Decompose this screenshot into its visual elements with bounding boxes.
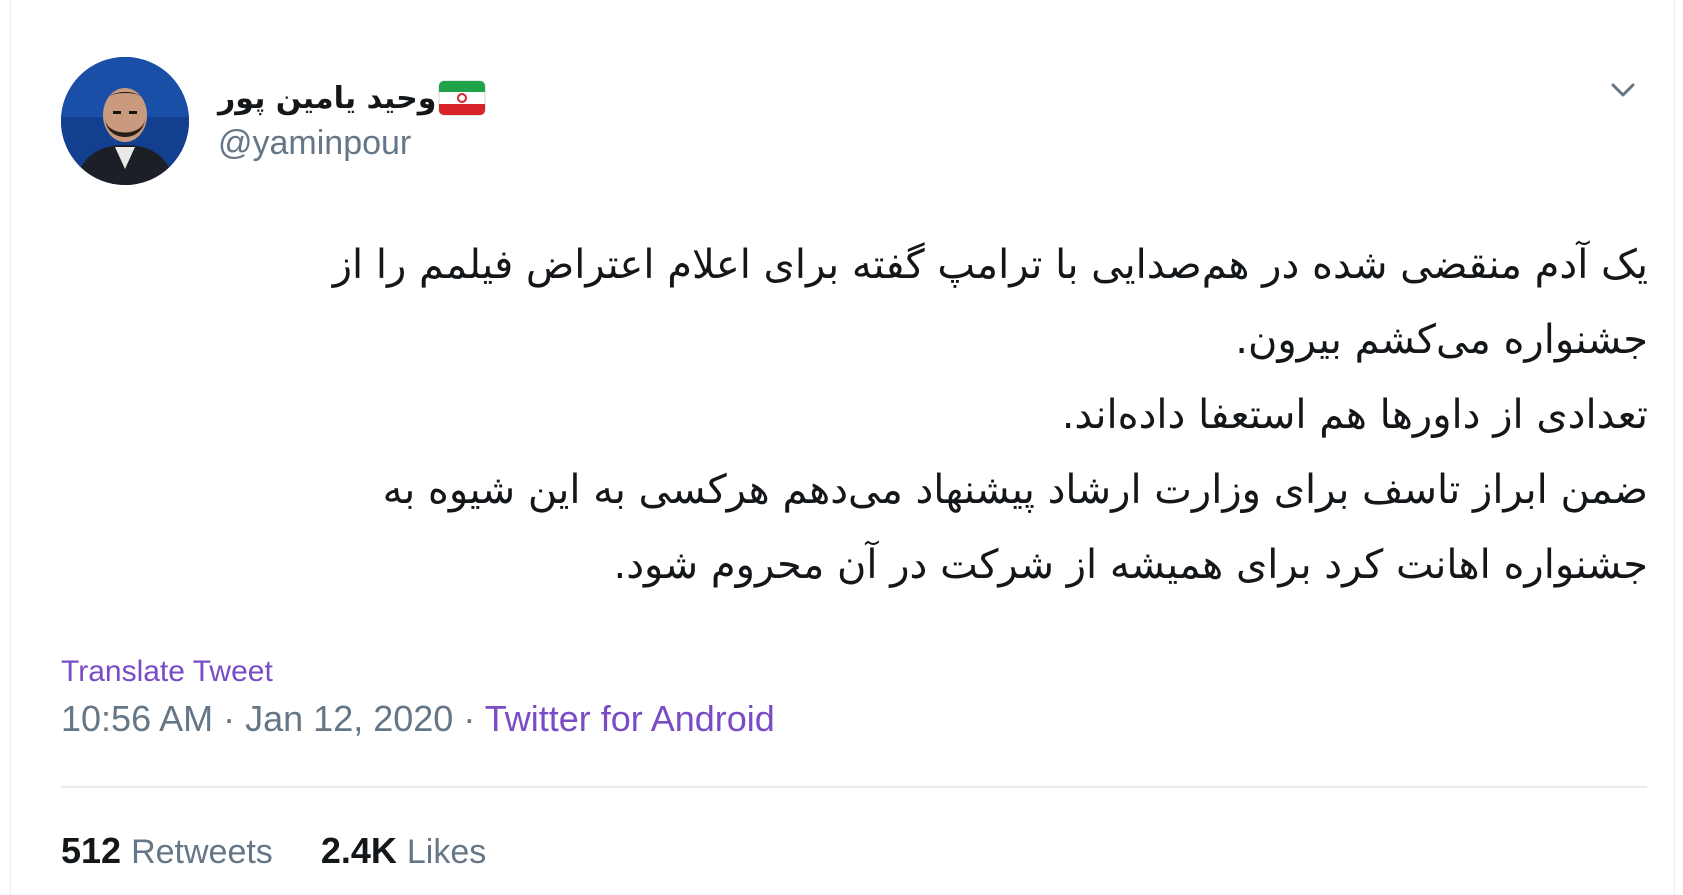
likes-count: 2.4K <box>320 830 397 871</box>
author-display-name[interactable]: وحید یامین پور <box>218 81 436 116</box>
divider <box>61 786 1647 788</box>
tweet-line: جشنواره می‌کشم بیرون. <box>1235 317 1648 363</box>
likes-label: Likes <box>406 833 487 871</box>
retweets-stat[interactable]: 512 Retweets <box>61 830 273 872</box>
tweet-stats: 512 Retweets 2.4K Likes <box>61 830 534 880</box>
tweet-line: جشنواره اهانت کرد برای همیشه از شرکت در … <box>613 542 1648 588</box>
retweets-label: Retweets <box>131 833 273 871</box>
tweet-line: تعدادی از داورها هم استعفا داده‌اند. <box>1061 392 1648 438</box>
author-handle[interactable]: @yaminpour <box>218 124 411 163</box>
tweet-line: ضمن ابراز تاسف برای وزارت ارشاد پیشنهاد … <box>382 467 1648 513</box>
iran-flag-icon <box>438 80 486 116</box>
meta-separator: · <box>223 698 236 739</box>
chevron-down-icon[interactable] <box>1603 70 1643 110</box>
tweet-date[interactable]: Jan 12, 2020 <box>245 698 453 739</box>
avatar[interactable] <box>61 57 189 185</box>
tweet-text: یک آدم منقضی شده در هم‌صدایی با ترامپ گف… <box>121 228 1648 603</box>
retweets-count: 512 <box>61 830 122 871</box>
tweet-time[interactable]: 10:56 AM <box>61 698 213 739</box>
tweet-source-link[interactable]: Twitter for Android <box>485 698 775 739</box>
author-name-row[interactable]: وحید یامین پور <box>218 76 486 120</box>
translate-tweet-link[interactable]: Translate Tweet <box>61 655 273 689</box>
tweet-meta: 10:56 AM · Jan 12, 2020 · Twitter for An… <box>61 698 775 740</box>
tweet-line: یک آدم منقضی شده در هم‌صدایی با ترامپ گف… <box>332 242 1648 288</box>
likes-stat[interactable]: 2.4K Likes <box>321 830 486 872</box>
tweet-card: وحید یامین پور @yaminpour یک آدم منقضی ش… <box>10 0 1675 895</box>
profile-photo-icon <box>61 57 189 185</box>
meta-separator: · <box>463 698 476 739</box>
